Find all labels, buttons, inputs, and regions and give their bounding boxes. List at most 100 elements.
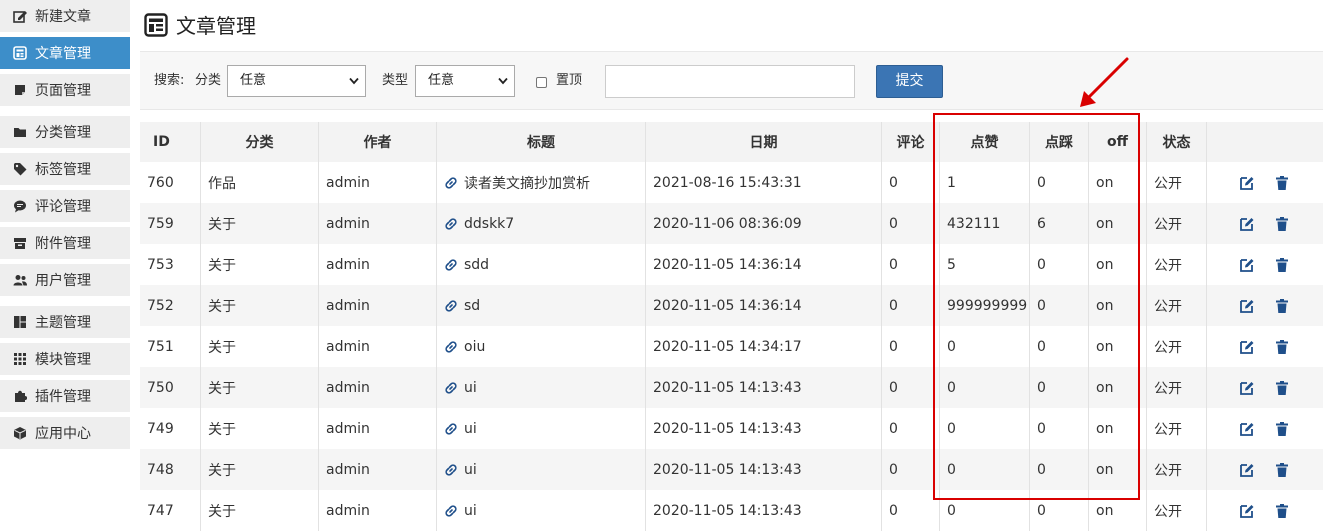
cell-author: admin xyxy=(318,203,436,244)
cell-status: 公开 xyxy=(1146,326,1206,367)
column-header-likes: 点赞 xyxy=(939,122,1029,162)
sidebar-item-10[interactable]: 模块管理 xyxy=(0,343,130,375)
type-label: 类型 xyxy=(382,73,409,88)
cell-actions xyxy=(1206,490,1323,531)
cell-title-link[interactable]: oiu xyxy=(436,326,645,367)
cell-date: 2020-11-05 14:36:14 xyxy=(645,285,881,326)
title-text: sd xyxy=(464,297,481,314)
submit-button[interactable]: 提交 xyxy=(876,65,943,98)
trash-icon[interactable] xyxy=(1274,380,1290,396)
page-title: 文章管理 xyxy=(176,14,256,38)
puzzle-icon xyxy=(13,389,27,403)
cell-date: 2021-08-16 15:43:31 xyxy=(645,162,881,203)
cell-actions xyxy=(1206,203,1323,244)
column-header-author: 作者 xyxy=(318,122,436,162)
cell-title-link[interactable]: ui xyxy=(436,490,645,531)
tag-icon xyxy=(13,162,27,176)
sidebar-item-7[interactable]: 附件管理 xyxy=(0,227,130,259)
cell-author: admin xyxy=(318,408,436,449)
sidebar: 新建文章文章管理页面管理分类管理标签管理评论管理附件管理用户管理主题管理模块管理… xyxy=(0,0,130,516)
sidebar-item-label: 插件管理 xyxy=(35,389,91,405)
sidebar-item-label: 应用中心 xyxy=(35,426,91,442)
sidebar-item-label: 模块管理 xyxy=(35,352,91,368)
cell-off: on xyxy=(1088,285,1146,326)
sidebar-item-label: 页面管理 xyxy=(35,83,91,99)
sidebar-item-4[interactable]: 分类管理 xyxy=(0,116,130,148)
top-checkbox[interactable] xyxy=(536,77,547,88)
sidebar-item-6[interactable]: 评论管理 xyxy=(0,190,130,222)
table-row: 753 关于 admin sdd 2020-11-05 14:36:14 0 5 0 on 公开 xyxy=(140,244,1323,285)
trash-icon[interactable] xyxy=(1274,462,1290,478)
cell-author: admin xyxy=(318,367,436,408)
trash-icon[interactable] xyxy=(1274,503,1290,519)
cell-comments: 0 xyxy=(881,285,939,326)
edit-icon[interactable] xyxy=(1239,503,1255,519)
sidebar-item-9[interactable]: 主题管理 xyxy=(0,306,130,338)
sidebar-item-2[interactable]: 文章管理 xyxy=(0,37,130,69)
link-icon xyxy=(445,463,457,476)
cell-author: admin xyxy=(318,244,436,285)
sidebar-item-11[interactable]: 插件管理 xyxy=(0,380,130,412)
trash-icon[interactable] xyxy=(1274,175,1290,191)
edit-icon[interactable] xyxy=(1239,462,1255,478)
table-row: 749 关于 admin ui 2020-11-05 14:13:43 0 0 0 on 公开 xyxy=(140,408,1323,449)
sidebar-item-1[interactable]: 新建文章 xyxy=(0,0,130,32)
cell-title-link[interactable]: ui xyxy=(436,449,645,490)
keyword-input[interactable] xyxy=(605,65,855,98)
cell-off: on xyxy=(1088,326,1146,367)
cube-icon xyxy=(13,426,27,440)
cell-actions xyxy=(1206,162,1323,203)
table-row: 760 作品 admin 读者美文摘抄加赏析 2021-08-16 15:43:31 0 1… xyxy=(140,162,1323,203)
title-text: 读者美文摘抄加赏析 xyxy=(464,175,590,192)
cell-author: admin xyxy=(318,326,436,367)
cell-category: 关于 xyxy=(200,490,318,531)
edit-icon[interactable] xyxy=(1239,216,1255,232)
cell-title-link[interactable]: sd xyxy=(436,285,645,326)
cell-comments: 0 xyxy=(881,449,939,490)
sidebar-item-8[interactable]: 用户管理 xyxy=(0,264,130,296)
sidebar-item-5[interactable]: 标签管理 xyxy=(0,153,130,185)
cell-likes: 5 xyxy=(939,244,1029,285)
trash-icon[interactable] xyxy=(1274,339,1290,355)
trash-icon[interactable] xyxy=(1274,298,1290,314)
cell-comments: 0 xyxy=(881,326,939,367)
cell-likes: 0 xyxy=(939,449,1029,490)
cell-category: 作品 xyxy=(200,162,318,203)
trash-icon[interactable] xyxy=(1274,216,1290,232)
cell-title-link[interactable]: ui xyxy=(436,408,645,449)
trash-icon[interactable] xyxy=(1274,421,1290,437)
link-icon xyxy=(445,217,457,230)
cell-title-link[interactable]: ui xyxy=(436,367,645,408)
link-icon xyxy=(445,340,457,353)
cell-dislikes: 0 xyxy=(1029,408,1088,449)
edit-icon[interactable] xyxy=(1239,298,1255,314)
sidebar-item-label: 用户管理 xyxy=(35,273,91,289)
edit-icon[interactable] xyxy=(1239,380,1255,396)
cell-author: admin xyxy=(318,285,436,326)
cell-actions xyxy=(1206,285,1323,326)
edit-icon[interactable] xyxy=(1239,175,1255,191)
sidebar-item-label: 标签管理 xyxy=(35,162,91,178)
cell-title-link[interactable]: 读者美文摘抄加赏析 xyxy=(436,162,645,203)
edit-icon[interactable] xyxy=(1239,339,1255,355)
cell-title-link[interactable]: ddskk7 xyxy=(436,203,645,244)
title-text: ui xyxy=(464,461,477,478)
table-row: 759 关于 admin ddskk7 2020-11-06 08:36:09 0 4321… xyxy=(140,203,1323,244)
cell-date: 2020-11-05 14:36:14 xyxy=(645,244,881,285)
sidebar-item-12[interactable]: 应用中心 xyxy=(0,417,130,449)
cell-likes: 0 xyxy=(939,367,1029,408)
cell-id: 753 xyxy=(147,256,174,273)
edit-icon[interactable] xyxy=(1239,257,1255,273)
title-text: ui xyxy=(464,379,477,396)
sidebar-item-label: 附件管理 xyxy=(35,236,91,252)
cell-id: 759 xyxy=(147,215,174,232)
edit-icon[interactable] xyxy=(1239,421,1255,437)
cell-status: 公开 xyxy=(1146,203,1206,244)
trash-icon[interactable] xyxy=(1274,257,1290,273)
type-select[interactable]: 任意 xyxy=(415,65,515,97)
comment-icon xyxy=(13,199,27,213)
cell-title-link[interactable]: sdd xyxy=(436,244,645,285)
sidebar-item-3[interactable]: 页面管理 xyxy=(0,74,130,106)
cell-likes: 999999999 xyxy=(939,285,1029,326)
category-select[interactable]: 任意 xyxy=(227,65,366,97)
